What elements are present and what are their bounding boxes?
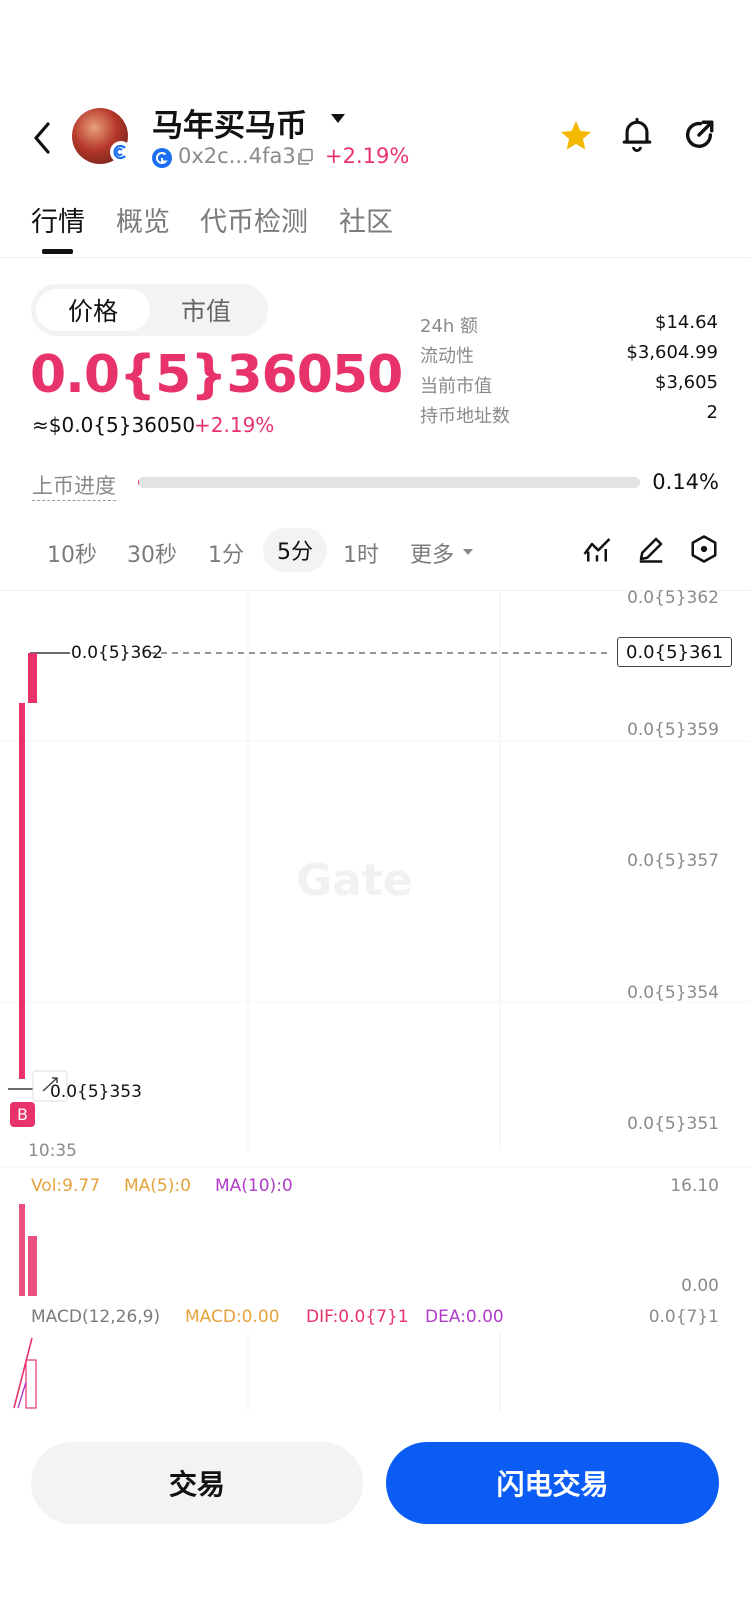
candle bbox=[28, 653, 37, 703]
listing-progress-value: 0.14% bbox=[652, 470, 719, 494]
interval-1h[interactable]: 1时 bbox=[343, 537, 379, 569]
indicator-icon[interactable] bbox=[582, 534, 612, 564]
stat-value-market-cap: $3,605 bbox=[655, 372, 718, 393]
macd-label: MACD(12,26,9) bbox=[31, 1307, 161, 1327]
interval-1m[interactable]: 1分 bbox=[208, 537, 244, 569]
y-axis-label: 0.0{5}359 bbox=[627, 720, 719, 740]
current-price-tag: 0.0{5}361 bbox=[617, 637, 733, 667]
tab-market[interactable]: 行情 bbox=[31, 200, 85, 239]
x-axis-time: 10:35 bbox=[28, 1141, 77, 1161]
volume-value: Vol:9.77 bbox=[31, 1176, 101, 1196]
chevron-down-icon[interactable] bbox=[463, 549, 473, 555]
toggle-price[interactable]: 价格 bbox=[36, 289, 150, 331]
stat-label-market-cap: 当前市值 bbox=[420, 376, 492, 397]
price-usd: ≈$0.0{5}36050 bbox=[32, 413, 196, 437]
tab-token-check[interactable]: 代币检测 bbox=[200, 200, 308, 239]
stat-label-holders: 持币地址数 bbox=[420, 406, 510, 427]
low-price-label: 0.0{5}353 bbox=[50, 1082, 142, 1102]
flash-trade-button[interactable]: 闪电交易 bbox=[386, 1442, 719, 1524]
volume-bars bbox=[19, 1204, 37, 1296]
ma10-value: MA(10):0 bbox=[215, 1176, 293, 1196]
stat-label-liquidity: 流动性 bbox=[420, 346, 474, 367]
high-price-label: 0.0{5}362 bbox=[71, 643, 163, 663]
settings-hexagon-icon[interactable] bbox=[689, 534, 719, 564]
tab-community[interactable]: 社区 bbox=[339, 200, 393, 239]
y-axis-label: 0.0{5}357 bbox=[627, 851, 719, 871]
candle bbox=[19, 703, 25, 1079]
price-change-header: +2.19% bbox=[325, 144, 410, 168]
interval-more[interactable]: 更多 bbox=[410, 537, 454, 569]
y-axis-label: 0.0{5}354 bbox=[627, 983, 719, 1003]
listing-progress-label[interactable]: 上币进度 bbox=[32, 470, 116, 501]
buy-marker[interactable]: B bbox=[10, 1102, 35, 1127]
macd-chart bbox=[13, 1332, 501, 1412]
toggle-market-cap[interactable]: 市值 bbox=[149, 289, 263, 331]
volume-axis-bottom: 0.00 bbox=[681, 1276, 719, 1296]
bell-icon[interactable] bbox=[620, 116, 654, 154]
volume-bar bbox=[28, 1236, 37, 1296]
macd-dea: DEA:0.00 bbox=[425, 1307, 504, 1327]
contract-address: 0x2c...4fa3 bbox=[178, 144, 296, 168]
y-axis-label: 0.0{5}362 bbox=[627, 588, 719, 608]
macd-axis-top: 0.0{7}1 bbox=[648, 1307, 719, 1327]
volume-axis-top: 16.10 bbox=[670, 1176, 719, 1196]
gate-watermark: Gate bbox=[296, 855, 413, 906]
star-icon[interactable] bbox=[558, 118, 594, 154]
stat-value-volume: $14.64 bbox=[655, 312, 718, 333]
back-arrow-icon[interactable] bbox=[28, 118, 56, 158]
gate-chain-icon bbox=[152, 148, 172, 168]
divider bbox=[0, 1166, 750, 1168]
chevron-down-icon[interactable] bbox=[331, 114, 345, 123]
stat-label-volume: 24h 额 bbox=[420, 316, 479, 337]
interval-5m[interactable]: 5分 bbox=[263, 528, 327, 572]
stat-value-holders: 2 bbox=[706, 402, 718, 423]
token-name[interactable]: 马年买马币 bbox=[152, 100, 307, 145]
chain-badge-icon bbox=[110, 141, 132, 163]
interval-30s[interactable]: 30秒 bbox=[127, 537, 177, 569]
interval-10s[interactable]: 10秒 bbox=[47, 537, 97, 569]
current-price: 0.0{5}36050 bbox=[30, 345, 403, 405]
ma5-value: MA(5):0 bbox=[124, 1176, 191, 1196]
copy-icon[interactable] bbox=[296, 148, 314, 166]
pencil-icon[interactable] bbox=[636, 534, 666, 564]
listing-progress-fill bbox=[138, 477, 139, 488]
divider bbox=[0, 257, 750, 258]
active-tab-indicator bbox=[42, 249, 73, 254]
tab-overview[interactable]: 概览 bbox=[116, 200, 170, 239]
listing-progress-bar bbox=[138, 477, 640, 488]
macd-value: MACD:0.00 bbox=[185, 1307, 280, 1327]
price-mode-toggle: 价格 市值 bbox=[31, 284, 268, 336]
share-icon[interactable] bbox=[682, 118, 716, 152]
y-axis-label: 0.0{5}351 bbox=[627, 1114, 719, 1134]
stat-value-liquidity: $3,604.99 bbox=[626, 342, 718, 363]
price-change: +2.19% bbox=[194, 413, 275, 437]
volume-bar bbox=[19, 1204, 25, 1296]
trade-button[interactable]: 交易 bbox=[31, 1442, 363, 1524]
macd-dif: DIF:0.0{7}1 bbox=[306, 1307, 409, 1327]
